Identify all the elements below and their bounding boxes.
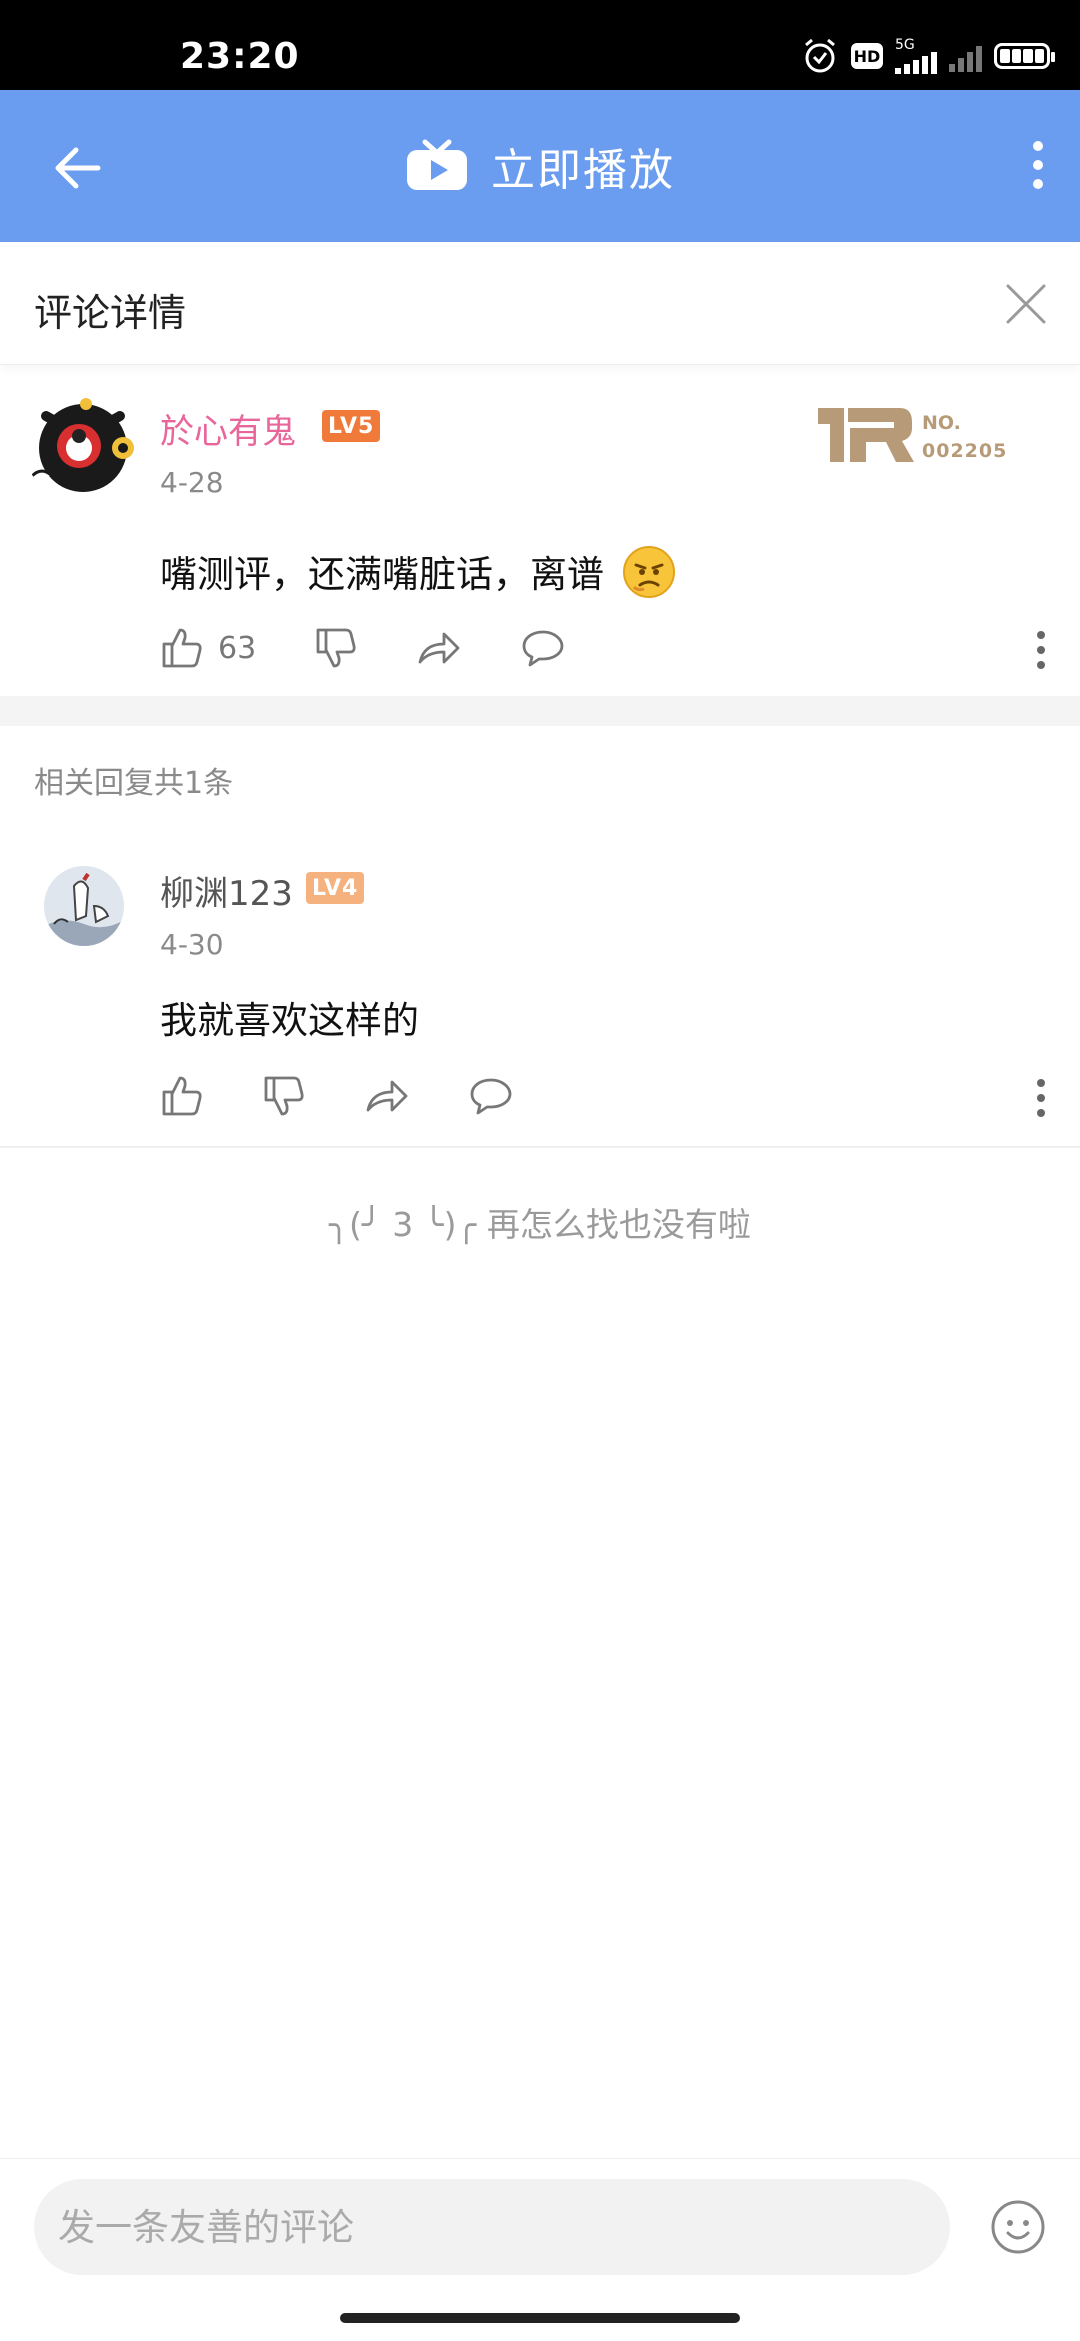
- close-icon[interactable]: [1004, 282, 1048, 326]
- app-bar: 立即播放: [0, 90, 1080, 242]
- fan-badge: NO. 002205: [818, 406, 1018, 466]
- comment-username[interactable]: 於心有鬼: [160, 404, 296, 453]
- reply-button[interactable]: [520, 626, 566, 670]
- reply-actions: [160, 1074, 572, 1118]
- network-type: 5G: [895, 37, 915, 53]
- reply-text: 我就喜欢这样的: [160, 999, 419, 1042]
- main-comment: 於心有鬼 LV5 NO. 002205 4-28 嘴测评，还满嘴脏话，离谱 63: [0, 380, 1080, 696]
- comment-bubble-icon: [522, 630, 564, 667]
- battery-icon: [994, 43, 1055, 69]
- list-end-divider: [0, 1146, 1080, 1148]
- badge-number: 002205: [922, 440, 1008, 462]
- avatar[interactable]: [24, 386, 142, 504]
- comment-more-icon[interactable]: [1036, 630, 1046, 670]
- tv-icon: [407, 139, 467, 190]
- status-time: 23:20: [180, 36, 300, 77]
- play-now-button[interactable]: 立即播放: [0, 130, 1080, 202]
- thumbs-down-icon: [316, 628, 356, 668]
- dislike-button[interactable]: [314, 626, 358, 670]
- avatar-image: [30, 398, 134, 492]
- status-bar: 23:20 HD 5G: [0, 0, 1080, 90]
- reply-dislike-button[interactable]: [262, 1074, 306, 1118]
- badge-no-label: NO.: [922, 412, 961, 434]
- share-icon: [418, 632, 460, 664]
- share-icon: [366, 1080, 408, 1112]
- reply-username[interactable]: 柳渊123: [160, 866, 293, 915]
- frowning-emoji-icon: [622, 546, 675, 598]
- home-indicator[interactable]: [340, 2313, 740, 2323]
- comment-text: 嘴测评，还满嘴脏话，离谱: [160, 544, 676, 599]
- replies-count: 相关回复共1条: [34, 766, 234, 801]
- more-vertical-icon[interactable]: [1032, 140, 1044, 190]
- reply-item: 柳渊123 LV4 4-30 我就喜欢这样的: [0, 840, 1080, 1140]
- reply-level-badge: LV4: [306, 872, 365, 904]
- thumbs-down-icon: [264, 1076, 304, 1116]
- reply-avatar-image: [44, 866, 124, 946]
- reply-like-button[interactable]: [160, 1074, 204, 1118]
- level-badge: LV5: [322, 410, 381, 442]
- emoji-icon[interactable]: [990, 2199, 1046, 2255]
- thumbs-up-icon: [162, 1076, 202, 1116]
- reply-reply-button[interactable]: [468, 1074, 514, 1118]
- reply-share-button[interactable]: [364, 1074, 410, 1118]
- hd-icon: HD: [851, 43, 883, 69]
- signal-icon: [895, 52, 937, 74]
- signal-2-icon: [949, 40, 982, 72]
- signal-5g: 5G: [895, 38, 937, 74]
- comment-text-body: 嘴测评，还满嘴脏话，离谱: [160, 553, 604, 596]
- comment-date: 4-28: [160, 466, 224, 499]
- team-logo-icon: [818, 408, 914, 462]
- comment-bubble-icon: [470, 1078, 512, 1115]
- section-divider: [0, 696, 1080, 726]
- reply-more-icon[interactable]: [1036, 1078, 1046, 1118]
- header-title: 立即播放: [491, 145, 675, 196]
- like-count: 63: [218, 630, 257, 666]
- thumbs-up-icon: [162, 628, 202, 668]
- like-button[interactable]: 63: [160, 626, 256, 670]
- share-button[interactable]: [416, 626, 462, 670]
- comment-input[interactable]: [34, 2179, 950, 2275]
- end-of-list-message: ╮(╯ 3 ╰)╭ 再怎么找也没有啦: [329, 1205, 751, 1244]
- reply-avatar[interactable]: [44, 866, 124, 946]
- reply-date: 4-30: [160, 928, 224, 961]
- alarm-icon: [805, 38, 835, 73]
- comment-detail-title: 评论详情: [34, 291, 187, 335]
- comment-detail-header: 评论详情: [0, 242, 1080, 365]
- comment-actions: 63: [160, 626, 624, 670]
- status-icons: HD 5G: [801, 36, 1055, 76]
